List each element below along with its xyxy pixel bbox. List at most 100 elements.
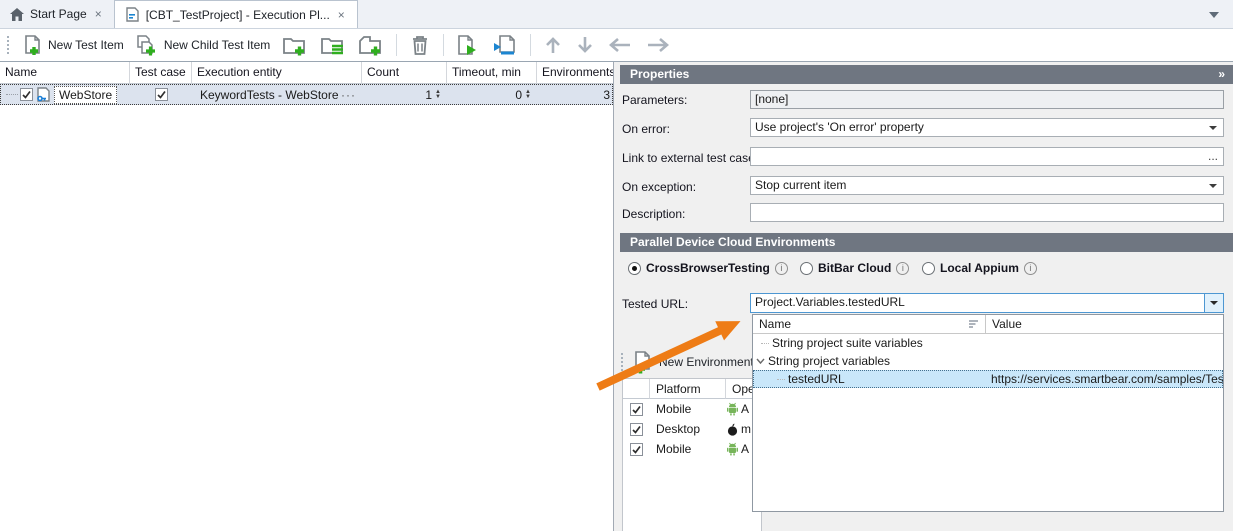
tab-execution-plan[interactable]: [CBT_TestProject] - Execution Pl... ×	[114, 0, 358, 28]
variable-group-row[interactable]: String project suite variables	[753, 334, 1223, 352]
on-error-label: On error:	[622, 122, 670, 136]
radio-local-appium[interactable]: Local Appium i	[922, 261, 1037, 275]
arrow-up-icon	[543, 34, 563, 56]
variable-group-row[interactable]: String project variables	[753, 352, 1223, 370]
delete-button[interactable]	[406, 32, 434, 58]
test-case-checkbox[interactable]	[155, 88, 168, 101]
dropdown-header: Name Value	[753, 315, 1223, 334]
group-list-button[interactable]	[317, 32, 349, 58]
info-icon[interactable]: i	[896, 262, 909, 275]
tested-url-combobox[interactable]: Project.Variables.testedURL	[750, 293, 1224, 313]
variable-value: https://services.smartbear.com/samples/T…	[985, 372, 1223, 386]
column-header-environments[interactable]: Environments	[537, 62, 613, 84]
chevron-down-icon	[1209, 184, 1217, 188]
collapse-panel-icon[interactable]: »	[1218, 67, 1225, 81]
radio-icon[interactable]	[800, 262, 813, 275]
link-external-field[interactable]: ...	[750, 147, 1224, 166]
move-right-button[interactable]	[642, 32, 674, 58]
toolbar-grip[interactable]	[621, 353, 624, 371]
dropdown-column-name[interactable]: Name	[753, 315, 986, 333]
toolbar-grip[interactable]	[7, 36, 10, 54]
environment-row[interactable]: Mobile A	[623, 439, 761, 459]
new-group-button[interactable]	[279, 32, 311, 58]
on-error-select[interactable]: Use project's 'On error' property	[750, 118, 1224, 137]
description-label: Description:	[622, 207, 685, 221]
radio-icon[interactable]	[628, 262, 641, 275]
platform-value: Mobile	[650, 442, 726, 456]
tab-label: [CBT_TestProject] - Execution Pl...	[146, 8, 330, 22]
column-header-count[interactable]: Count	[362, 62, 447, 84]
convert-to-test-button[interactable]	[489, 32, 521, 58]
timeout-spinner[interactable]: ▲▼	[525, 90, 531, 100]
parallel-section-header: Parallel Device Cloud Environments	[620, 233, 1233, 252]
row-enabled-checkbox[interactable]	[20, 88, 33, 101]
parameters-label: Parameters:	[622, 93, 687, 107]
column-header-platform[interactable]: Platform	[650, 379, 726, 399]
run-test-item-button[interactable]	[453, 32, 483, 58]
on-exception-select[interactable]: Stop current item	[750, 176, 1224, 195]
new-test-item-icon	[22, 34, 44, 56]
env-checkbox[interactable]	[630, 443, 643, 456]
os-value: A	[741, 402, 749, 416]
radio-crossbrowsertesting[interactable]: CrossBrowserTesting i	[628, 261, 788, 275]
radio-bitbar-cloud[interactable]: BitBar Cloud i	[800, 261, 909, 275]
apple-icon	[726, 422, 739, 436]
new-child-test-item-label: New Child Test Item	[164, 38, 270, 52]
column-header-name[interactable]: Name	[0, 62, 130, 84]
new-environment-label[interactable]: New Environment	[659, 355, 754, 369]
column-header-timeout[interactable]: Timeout, min	[447, 62, 537, 84]
info-icon[interactable]: i	[1024, 262, 1037, 275]
grid-header: Name Test case Execution entity Count Ti…	[0, 62, 613, 84]
combo-dropdown-button[interactable]	[1204, 294, 1223, 312]
chevron-expanded-icon[interactable]	[756, 357, 765, 365]
parallel-title: Parallel Device Cloud Environments	[630, 235, 835, 249]
variable-name: testedURL	[788, 372, 985, 386]
browse-entity-button[interactable]: ···	[341, 88, 356, 102]
browse-ellipsis-button[interactable]: ...	[1208, 149, 1218, 163]
move-down-button[interactable]	[572, 32, 598, 58]
env-checkbox[interactable]	[630, 403, 643, 416]
radio-label: Local Appium	[940, 261, 1019, 275]
environment-row[interactable]: Desktop m	[623, 419, 761, 439]
env-checkbox[interactable]	[630, 423, 643, 436]
environment-row[interactable]: Mobile A	[623, 399, 761, 419]
os-value: A	[741, 442, 749, 456]
info-icon[interactable]: i	[775, 262, 788, 275]
arrow-down-icon	[575, 34, 595, 56]
platform-value: Mobile	[650, 402, 726, 416]
arrow-left-icon	[607, 34, 633, 56]
count-spinner[interactable]: ▲▼	[435, 90, 441, 100]
os-value: m	[741, 422, 751, 436]
new-child-test-item-button[interactable]: New Child Test Item	[133, 32, 273, 58]
description-field[interactable]	[750, 203, 1224, 222]
new-child-test-item-icon	[136, 34, 160, 56]
close-icon[interactable]: ×	[336, 8, 347, 22]
timeout-value[interactable]: 0	[515, 88, 522, 102]
tree-line	[761, 343, 769, 344]
count-value[interactable]: 1	[425, 88, 432, 102]
radio-label: BitBar Cloud	[818, 261, 891, 275]
column-header-checkbox[interactable]	[623, 379, 650, 399]
column-header-execution-entity[interactable]: Execution entity	[192, 62, 362, 84]
radio-label: CrossBrowserTesting	[646, 261, 770, 275]
move-up-button[interactable]	[540, 32, 566, 58]
test-item-row[interactable]: WebStore KeywordTests - WebStore ··· 1 ▲…	[0, 84, 613, 105]
android-icon	[726, 402, 739, 416]
platform-value: Desktop	[650, 422, 726, 436]
column-header-test-case[interactable]: Test case	[130, 62, 192, 84]
test-item-name[interactable]: WebStore	[54, 86, 117, 104]
close-icon[interactable]: ×	[93, 7, 104, 21]
parameters-field[interactable]: [none]	[750, 90, 1224, 109]
tab-label: Start Page	[30, 7, 87, 21]
radio-icon[interactable]	[922, 262, 935, 275]
tab-start-page[interactable]: Start Page ×	[0, 0, 114, 28]
new-test-item-button[interactable]: New Test Item	[19, 32, 127, 58]
move-to-group-button[interactable]	[355, 32, 387, 58]
move-left-button[interactable]	[604, 32, 636, 58]
dropdown-column-value[interactable]: Value	[986, 315, 1022, 333]
arrow-right-icon	[645, 34, 671, 56]
variable-row-testedurl[interactable]: testedURL https://services.smartbear.com…	[753, 370, 1223, 388]
execution-plan-icon	[125, 7, 140, 22]
tab-list-chevron-icon[interactable]	[1209, 12, 1219, 18]
new-test-item-label: New Test Item	[48, 38, 124, 52]
